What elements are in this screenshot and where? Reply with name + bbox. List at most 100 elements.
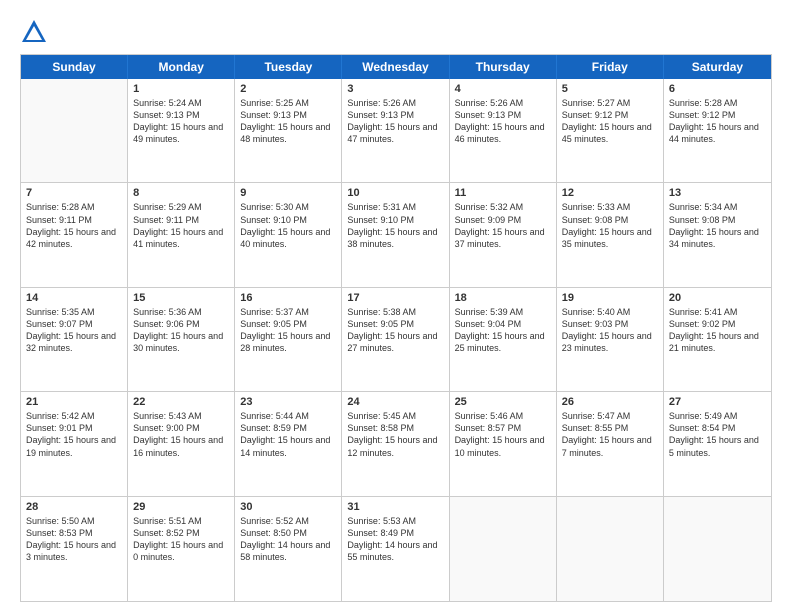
day-info: Sunrise: 5:41 AM Sunset: 9:02 PM Dayligh… (669, 306, 766, 355)
calendar-header: SundayMondayTuesdayWednesdayThursdayFrid… (21, 55, 771, 79)
day-number: 2 (240, 83, 336, 95)
empty-cell (21, 79, 128, 182)
day-cell-31: 31 Sunrise: 5:53 AM Sunset: 8:49 PM Dayli… (342, 497, 449, 601)
day-number: 1 (133, 83, 229, 95)
day-info: Sunrise: 5:33 AM Sunset: 9:08 PM Dayligh… (562, 201, 658, 250)
day-cell-20: 20 Sunrise: 5:41 AM Sunset: 9:02 PM Dayli… (664, 288, 771, 391)
day-cell-22: 22 Sunrise: 5:43 AM Sunset: 9:00 PM Dayli… (128, 392, 235, 495)
day-number: 28 (26, 501, 122, 513)
day-number: 16 (240, 292, 336, 304)
day-number: 12 (562, 187, 658, 199)
day-cell-24: 24 Sunrise: 5:45 AM Sunset: 8:58 PM Dayli… (342, 392, 449, 495)
day-number: 9 (240, 187, 336, 199)
day-cell-3: 3 Sunrise: 5:26 AM Sunset: 9:13 PM Daylig… (342, 79, 449, 182)
day-info: Sunrise: 5:28 AM Sunset: 9:11 PM Dayligh… (26, 201, 122, 250)
day-info: Sunrise: 5:25 AM Sunset: 9:13 PM Dayligh… (240, 97, 336, 146)
week-row-3: 14 Sunrise: 5:35 AM Sunset: 9:07 PM Dayli… (21, 288, 771, 392)
day-info: Sunrise: 5:29 AM Sunset: 9:11 PM Dayligh… (133, 201, 229, 250)
day-cell-28: 28 Sunrise: 5:50 AM Sunset: 8:53 PM Dayli… (21, 497, 128, 601)
week-row-5: 28 Sunrise: 5:50 AM Sunset: 8:53 PM Dayli… (21, 497, 771, 601)
day-info: Sunrise: 5:27 AM Sunset: 9:12 PM Dayligh… (562, 97, 658, 146)
day-info: Sunrise: 5:43 AM Sunset: 9:00 PM Dayligh… (133, 410, 229, 459)
day-cell-7: 7Sunrise: 5:28 AM Sunset: 9:11 PM Daylig… (21, 183, 128, 286)
day-number: 18 (455, 292, 551, 304)
day-info: Sunrise: 5:47 AM Sunset: 8:55 PM Dayligh… (562, 410, 658, 459)
day-number: 27 (669, 396, 766, 408)
day-cell-10: 10Sunrise: 5:31 AM Sunset: 9:10 PM Dayli… (342, 183, 449, 286)
day-cell-23: 23Sunrise: 5:44 AM Sunset: 8:59 PM Dayli… (235, 392, 342, 495)
page: SundayMondayTuesdayWednesdayThursdayFrid… (0, 0, 792, 612)
day-info: Sunrise: 5:26 AM Sunset: 9:13 PM Dayligh… (347, 97, 443, 146)
day-info: Sunrise: 5:46 AM Sunset: 8:57 PM Dayligh… (455, 410, 551, 459)
day-cell-15: 15 Sunrise: 5:36 AM Sunset: 9:06 PM Dayli… (128, 288, 235, 391)
day-number: 30 (240, 501, 336, 513)
day-info: Sunrise: 5:37 AM Sunset: 9:05 PM Dayligh… (240, 306, 336, 355)
day-cell-21: 21 Sunrise: 5:42 AM Sunset: 9:01 PM Dayli… (21, 392, 128, 495)
day-info: Sunrise: 5:34 AM Sunset: 9:08 PM Dayligh… (669, 201, 766, 250)
day-number: 17 (347, 292, 443, 304)
day-cell-18: 18 Sunrise: 5:39 AM Sunset: 9:04 PM Dayli… (450, 288, 557, 391)
day-info: Sunrise: 5:50 AM Sunset: 8:53 PM Dayligh… (26, 515, 122, 564)
day-info: Sunrise: 5:31 AM Sunset: 9:10 PM Dayligh… (347, 201, 443, 250)
day-info: Sunrise: 5:45 AM Sunset: 8:58 PM Dayligh… (347, 410, 443, 459)
logo (20, 18, 52, 46)
day-info: Sunrise: 5:40 AM Sunset: 9:03 PM Dayligh… (562, 306, 658, 355)
day-info: Sunrise: 5:53 AM Sunset: 8:49 PM Dayligh… (347, 515, 443, 564)
week-row-1: 1 Sunrise: 5:24 AM Sunset: 9:13 PM Daylig… (21, 79, 771, 183)
weekday-header-sunday: Sunday (21, 55, 128, 79)
day-number: 29 (133, 501, 229, 513)
day-info: Sunrise: 5:35 AM Sunset: 9:07 PM Dayligh… (26, 306, 122, 355)
weekday-header-wednesday: Wednesday (342, 55, 449, 79)
day-cell-6: 6 Sunrise: 5:28 AM Sunset: 9:12 PM Daylig… (664, 79, 771, 182)
day-cell-19: 19 Sunrise: 5:40 AM Sunset: 9:03 PM Dayli… (557, 288, 664, 391)
day-number: 25 (455, 396, 551, 408)
day-number: 14 (26, 292, 122, 304)
week-row-4: 21 Sunrise: 5:42 AM Sunset: 9:01 PM Dayli… (21, 392, 771, 496)
day-cell-4: 4 Sunrise: 5:26 AM Sunset: 9:13 PM Daylig… (450, 79, 557, 182)
day-number: 21 (26, 396, 122, 408)
empty-cell (664, 497, 771, 601)
day-cell-5: 5 Sunrise: 5:27 AM Sunset: 9:12 PM Daylig… (557, 79, 664, 182)
day-cell-29: 29Sunrise: 5:51 AM Sunset: 8:52 PM Dayli… (128, 497, 235, 601)
calendar: SundayMondayTuesdayWednesdayThursdayFrid… (20, 54, 772, 602)
day-number: 6 (669, 83, 766, 95)
day-info: Sunrise: 5:30 AM Sunset: 9:10 PM Dayligh… (240, 201, 336, 250)
day-number: 31 (347, 501, 443, 513)
day-info: Sunrise: 5:39 AM Sunset: 9:04 PM Dayligh… (455, 306, 551, 355)
day-info: Sunrise: 5:38 AM Sunset: 9:05 PM Dayligh… (347, 306, 443, 355)
day-cell-9: 9 Sunrise: 5:30 AM Sunset: 9:10 PM Daylig… (235, 183, 342, 286)
day-info: Sunrise: 5:24 AM Sunset: 9:13 PM Dayligh… (133, 97, 229, 146)
day-info: Sunrise: 5:36 AM Sunset: 9:06 PM Dayligh… (133, 306, 229, 355)
day-cell-8: 8Sunrise: 5:29 AM Sunset: 9:11 PM Daylig… (128, 183, 235, 286)
day-cell-17: 17 Sunrise: 5:38 AM Sunset: 9:05 PM Dayli… (342, 288, 449, 391)
day-cell-16: 16 Sunrise: 5:37 AM Sunset: 9:05 PM Dayli… (235, 288, 342, 391)
day-info: Sunrise: 5:26 AM Sunset: 9:13 PM Dayligh… (455, 97, 551, 146)
week-row-2: 7Sunrise: 5:28 AM Sunset: 9:11 PM Daylig… (21, 183, 771, 287)
logo-icon (20, 18, 48, 46)
weekday-header-thursday: Thursday (450, 55, 557, 79)
day-number: 5 (562, 83, 658, 95)
day-cell-14: 14 Sunrise: 5:35 AM Sunset: 9:07 PM Dayli… (21, 288, 128, 391)
day-cell-1: 1 Sunrise: 5:24 AM Sunset: 9:13 PM Daylig… (128, 79, 235, 182)
day-number: 24 (347, 396, 443, 408)
day-info: Sunrise: 5:52 AM Sunset: 8:50 PM Dayligh… (240, 515, 336, 564)
day-number: 22 (133, 396, 229, 408)
day-info: Sunrise: 5:49 AM Sunset: 8:54 PM Dayligh… (669, 410, 766, 459)
day-number: 4 (455, 83, 551, 95)
day-info: Sunrise: 5:32 AM Sunset: 9:09 PM Dayligh… (455, 201, 551, 250)
weekday-header-tuesday: Tuesday (235, 55, 342, 79)
day-info: Sunrise: 5:28 AM Sunset: 9:12 PM Dayligh… (669, 97, 766, 146)
day-info: Sunrise: 5:42 AM Sunset: 9:01 PM Dayligh… (26, 410, 122, 459)
day-number: 3 (347, 83, 443, 95)
day-number: 20 (669, 292, 766, 304)
day-cell-30: 30 Sunrise: 5:52 AM Sunset: 8:50 PM Dayli… (235, 497, 342, 601)
day-number: 15 (133, 292, 229, 304)
day-number: 26 (562, 396, 658, 408)
day-cell-13: 13Sunrise: 5:34 AM Sunset: 9:08 PM Dayli… (664, 183, 771, 286)
day-cell-25: 25 Sunrise: 5:46 AM Sunset: 8:57 PM Dayli… (450, 392, 557, 495)
empty-cell (450, 497, 557, 601)
day-info: Sunrise: 5:44 AM Sunset: 8:59 PM Dayligh… (240, 410, 336, 459)
day-number: 19 (562, 292, 658, 304)
calendar-body: 1 Sunrise: 5:24 AM Sunset: 9:13 PM Daylig… (21, 79, 771, 601)
empty-cell (557, 497, 664, 601)
